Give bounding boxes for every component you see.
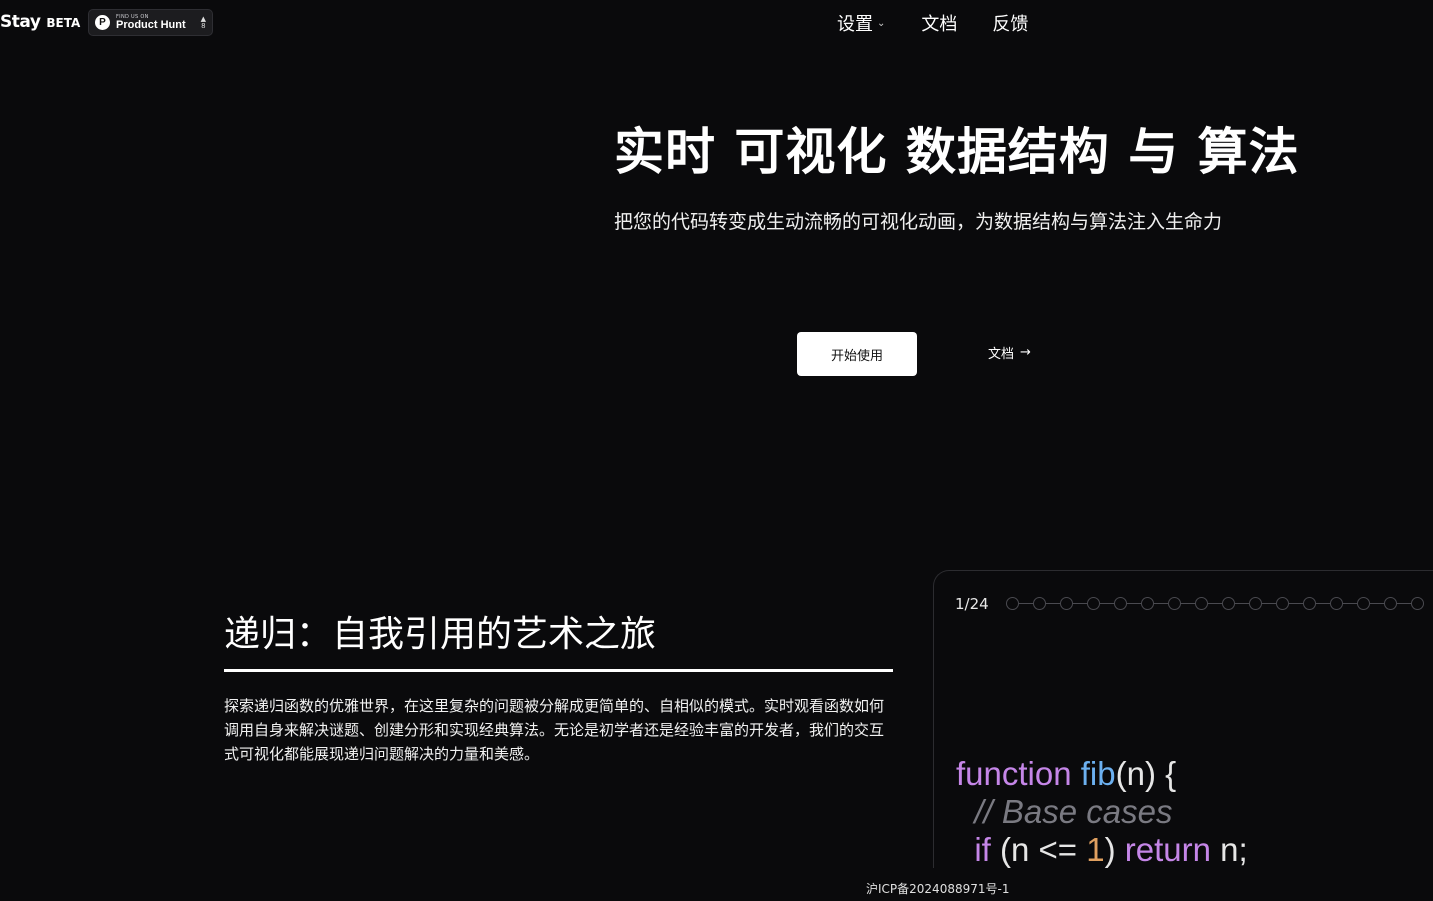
- step-connector: [1208, 602, 1222, 605]
- product-hunt-icon: P: [95, 15, 110, 30]
- step-connector: [1370, 602, 1384, 605]
- step-connector: [1127, 602, 1141, 605]
- docs-link-label: 文档: [988, 347, 1015, 362]
- code-block: function fib(n) { // Base cases if (n <=…: [956, 755, 1248, 868]
- step-connector: [1316, 602, 1330, 605]
- product-hunt-name: Product Hunt: [116, 18, 186, 31]
- step-counter: 1/24: [955, 595, 989, 613]
- step-dot[interactable]: [1195, 597, 1208, 610]
- nav-settings-label: 设置: [837, 14, 873, 35]
- step-connector: [1262, 602, 1276, 605]
- step-connector: [1100, 602, 1114, 605]
- step-dot[interactable]: [1114, 597, 1127, 610]
- step-connector: [1046, 602, 1060, 605]
- step-connector: [1343, 602, 1357, 605]
- step-connector: [1397, 602, 1411, 605]
- step-dot[interactable]: [1330, 597, 1343, 610]
- code-comment: // Base cases: [974, 793, 1173, 830]
- code-line-1: function fib(n) {: [956, 755, 1176, 792]
- step-connector: [1019, 602, 1033, 605]
- code-keyword: return: [1124, 831, 1211, 868]
- feature-title: 递归：自我引用的艺术之旅: [224, 614, 657, 655]
- hero-subtitle: 把您的代码转变成生动流畅的可视化动画，为数据结构与算法注入生命力: [614, 211, 1223, 233]
- arrow-right-icon: →: [1020, 345, 1031, 360]
- icp-footer[interactable]: 沪ICP备2024088971号-1: [866, 880, 1009, 897]
- step-connector: [1181, 602, 1195, 605]
- nav-feedback-label: 反馈: [992, 14, 1029, 35]
- step-connector: [1289, 602, 1303, 605]
- step-dot[interactable]: [1357, 597, 1370, 610]
- code-function-name: fib: [1080, 755, 1116, 792]
- page: Stay BETA P FIND US ON Product Hunt ▲ 8 设…: [0, 0, 1433, 901]
- step-connector: [1154, 602, 1168, 605]
- code-text: ): [1104, 831, 1125, 868]
- step-dot[interactable]: [1087, 597, 1100, 610]
- step-connector: [1235, 602, 1249, 605]
- step-dot[interactable]: [1276, 597, 1289, 610]
- nav-docs[interactable]: 文档: [921, 10, 957, 36]
- step-dot[interactable]: [1006, 597, 1019, 610]
- product-hunt-badge[interactable]: P FIND US ON Product Hunt ▲ 8: [88, 9, 213, 36]
- top-nav: 设置 ⌄ 文档 反馈: [837, 10, 1028, 36]
- code-keyword: function: [956, 755, 1072, 792]
- code-line-2: // Base cases: [956, 793, 1172, 830]
- nav-feedback[interactable]: 反馈: [992, 10, 1028, 36]
- step-dot[interactable]: [1249, 597, 1262, 610]
- start-button[interactable]: 开始使用: [797, 332, 917, 376]
- product-hunt-text: FIND US ON Product Hunt: [116, 14, 186, 31]
- feature-description: 探索递归函数的优雅世界，在这里复杂的问题被分解成更简单的、自相似的模式。实时观看…: [224, 697, 885, 763]
- code-text: (n) {: [1115, 755, 1177, 792]
- step-dot[interactable]: [1384, 597, 1397, 610]
- step-dot[interactable]: [1141, 597, 1154, 610]
- step-dot[interactable]: [1222, 597, 1235, 610]
- step-dot[interactable]: [1411, 597, 1424, 610]
- code-keyword: if: [974, 831, 991, 868]
- step-dot[interactable]: [1060, 597, 1073, 610]
- step-dot[interactable]: [1168, 597, 1181, 610]
- docs-link-button[interactable]: 文档 →: [988, 343, 1031, 362]
- code-visualizer-panel: 1/24 function fib(n) { // Base cases if …: [933, 570, 1433, 868]
- brand-logo[interactable]: Stay BETA: [0, 12, 80, 32]
- step-dot[interactable]: [1033, 597, 1046, 610]
- step-connector: [1073, 602, 1087, 605]
- code-text: (n <=: [990, 831, 1087, 868]
- beta-badge: BETA: [46, 16, 81, 30]
- code-line-3: if (n <= 1) return n;: [956, 831, 1248, 868]
- step-dot[interactable]: [1303, 597, 1316, 610]
- brand-name: Stay: [0, 12, 41, 32]
- code-text: n;: [1210, 831, 1248, 868]
- step-progress: [1006, 597, 1424, 610]
- chevron-down-icon: ⌄: [877, 17, 886, 29]
- code-number: 1: [1086, 831, 1105, 868]
- upvote-icon: ▲ 8: [200, 15, 206, 30]
- nav-docs-label: 文档: [921, 14, 958, 35]
- nav-settings[interactable]: 设置 ⌄: [837, 10, 885, 36]
- hero-title: 实时 可视化 数据结构 与 算法: [614, 123, 1300, 181]
- feature-underline: [224, 669, 893, 672]
